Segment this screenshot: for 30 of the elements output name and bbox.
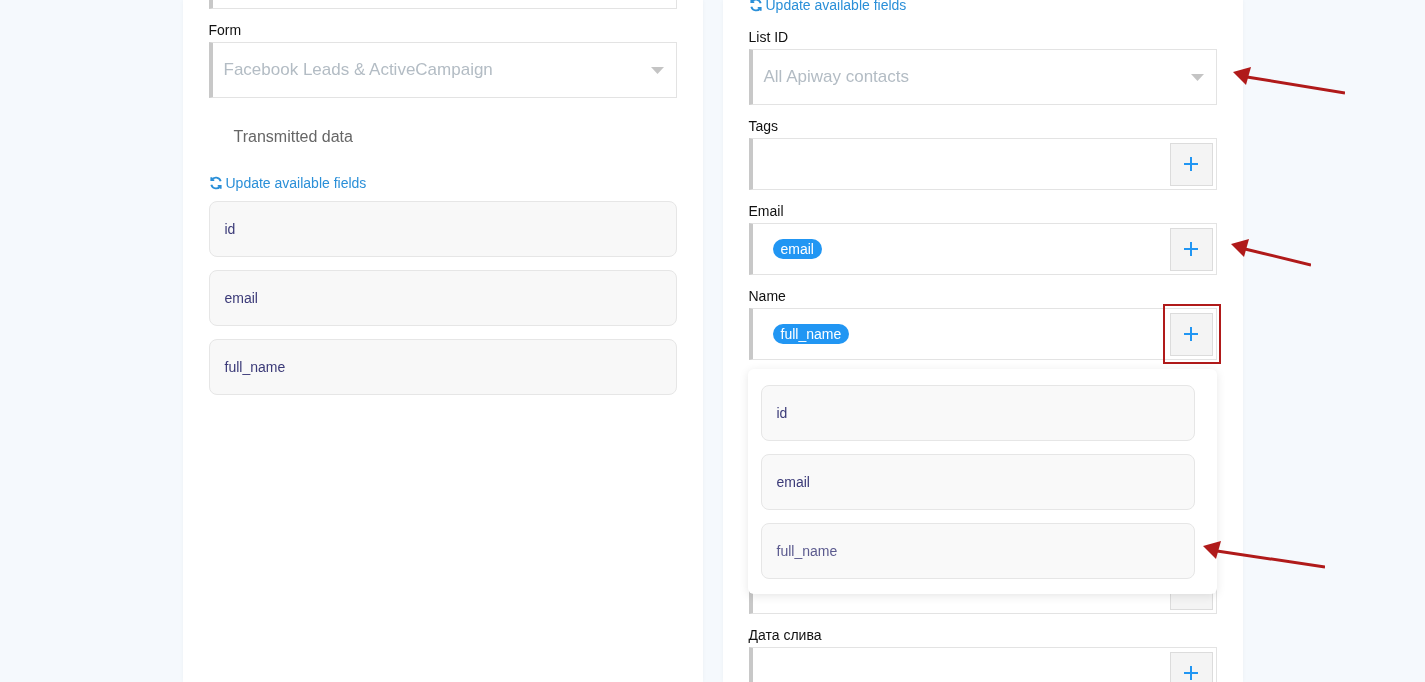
plus-icon: [1184, 327, 1198, 341]
data-field-item[interactable]: id: [208, 201, 677, 257]
caret-icon: [1190, 73, 1204, 81]
dropdown-option[interactable]: id: [760, 385, 1195, 441]
plus-icon: [1184, 242, 1198, 256]
data-field-item[interactable]: full_name: [208, 339, 677, 395]
update-fields-link[interactable]: Update available fields: [208, 175, 367, 191]
add-button[interactable]: [1169, 651, 1213, 682]
section-title: Transmitted data: [233, 128, 354, 146]
add-button[interactable]: [1169, 227, 1213, 271]
tag-chip: full_name: [772, 324, 850, 344]
caret-icon: [650, 66, 664, 74]
data-field-item[interactable]: email: [208, 270, 677, 326]
plus-icon: [1184, 157, 1198, 171]
add-button[interactable]: [1169, 312, 1213, 356]
tag-field[interactable]: [748, 138, 1217, 190]
field-label: Tags: [748, 117, 780, 135]
add-button[interactable]: [1169, 142, 1213, 186]
field-label: Form: [208, 21, 243, 39]
update-fields-link[interactable]: Update available fields: [748, 0, 907, 13]
field-label: List ID: [748, 28, 790, 46]
dropdown-option[interactable]: email: [760, 454, 1195, 510]
field-label: Email: [748, 202, 785, 220]
text-field[interactable]: [208, 0, 677, 9]
refresh-icon: [208, 176, 223, 190]
plus-icon: [1184, 666, 1198, 680]
refresh-icon: [748, 0, 763, 12]
field-label: Name: [748, 287, 787, 305]
tag-chip: email: [772, 239, 822, 259]
field-label: Дата слива: [748, 626, 823, 644]
